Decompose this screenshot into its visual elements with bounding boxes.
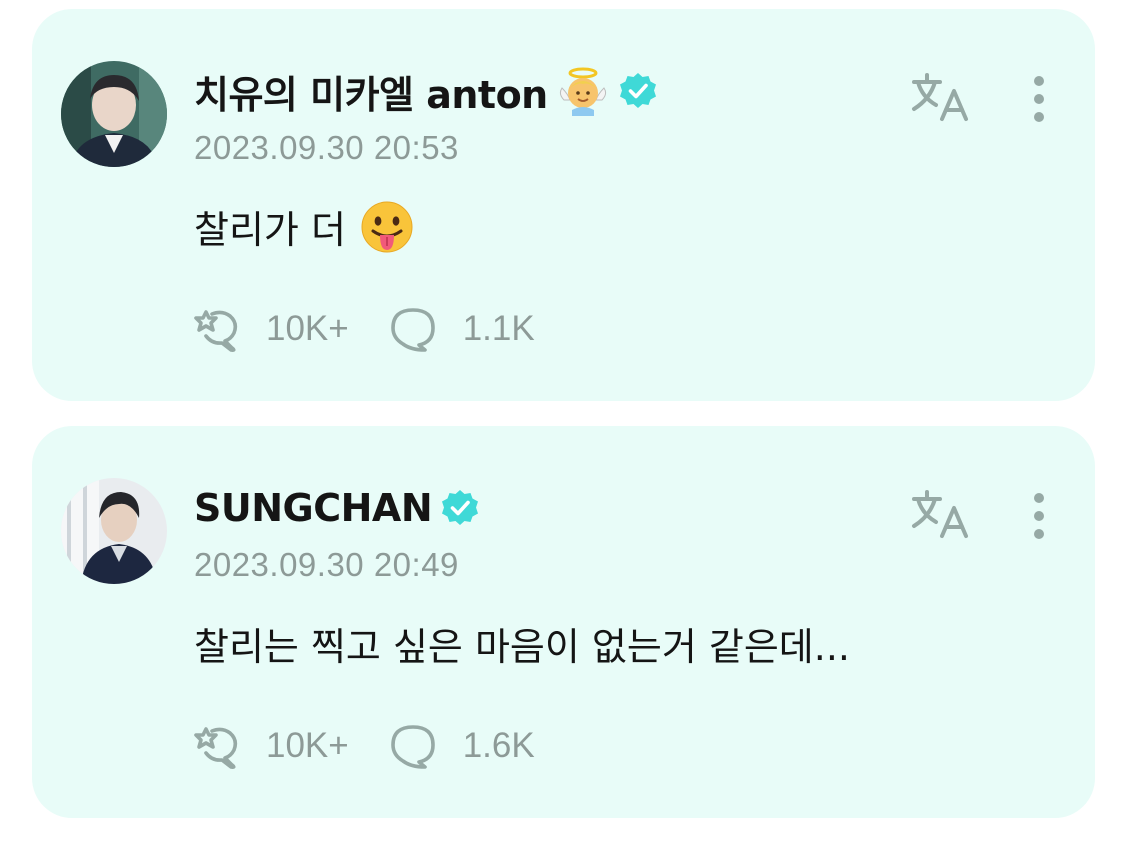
author-row: 치유의 미카엘 anton (194, 66, 658, 117)
post-stats: 10K+ 1.6K (192, 723, 535, 770)
post-content[interactable]: 찰리가 더 (194, 199, 414, 254)
avatar[interactable] (61, 478, 167, 584)
reaction-icon[interactable] (192, 306, 244, 353)
verified-badge-icon (618, 71, 658, 111)
author-name[interactable]: 치유의 미카엘 anton (194, 64, 548, 119)
post-content[interactable]: 찰리는 찍고 싶은 마음이 없는거 같은데... (194, 616, 850, 671)
reaction-count: 10K+ (266, 309, 349, 348)
tongue-out-emoji-icon (360, 200, 414, 254)
more-options-icon[interactable] (1028, 490, 1050, 542)
post-card[interactable]: SUNGCHAN 2023.09.30 20:49 찰리는 찍고 싶은 마음이 … (32, 426, 1095, 818)
avatar[interactable] (61, 61, 167, 167)
author-name[interactable]: SUNGCHAN (194, 486, 433, 530)
comment-icon[interactable] (389, 723, 441, 769)
post-timestamp: 2023.09.30 20:53 (194, 129, 459, 166)
comment-count: 1.1K (462, 309, 535, 348)
more-options-icon[interactable] (1028, 73, 1050, 125)
comment-icon[interactable] (389, 306, 441, 352)
author-row: SUNGCHAN (194, 484, 480, 532)
post-text: 찰리가 더 (194, 208, 346, 252)
verified-badge-icon (440, 488, 480, 528)
translate-icon[interactable] (910, 488, 972, 540)
post-timestamp: 2023.09.30 20:49 (194, 546, 459, 583)
comment-count: 1.6K (462, 726, 535, 765)
reaction-icon[interactable] (192, 723, 244, 770)
post-text: 찰리는 찍고 싶은 마음이 없는거 같은데... (194, 625, 850, 669)
angel-baby-emoji-icon (558, 66, 608, 116)
reaction-count: 10K+ (266, 726, 349, 765)
post-stats: 10K+ 1.1K (192, 306, 535, 353)
translate-icon[interactable] (910, 71, 972, 123)
post-card[interactable]: 치유의 미카엘 anton 2023.09.30 20:53 찰리가 더 10K… (32, 9, 1095, 401)
